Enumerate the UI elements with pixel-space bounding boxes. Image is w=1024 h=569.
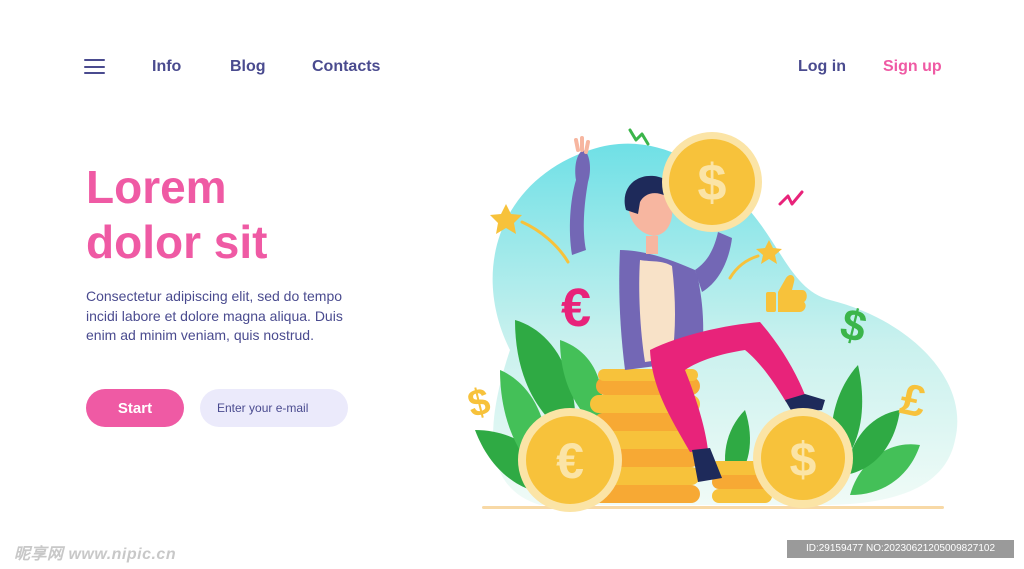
start-button[interactable]: Start [86, 389, 184, 427]
menu-icon[interactable] [84, 59, 105, 75]
squiggle-green-icon [628, 128, 650, 146]
hero-title-line-2: dolor sit [86, 216, 268, 268]
dollar-coin-held-icon: $ [662, 132, 762, 232]
dollar-coin-ground-icon: $ [753, 408, 853, 508]
signup-link[interactable]: Sign up [883, 55, 942, 79]
hero-title: Lorem dolor sit [86, 160, 267, 270]
svg-text:€: € [556, 433, 584, 489]
login-link[interactable]: Log in [798, 55, 846, 79]
dollar-symbol-gold-icon: $ [464, 380, 495, 426]
nav-link-blog[interactable]: Blog [230, 55, 266, 79]
nav-link-contacts[interactable]: Contacts [312, 55, 380, 79]
squiggle-pink-icon [778, 190, 804, 206]
svg-text:$: $ [790, 434, 817, 487]
top-nav: Info Blog Contacts Log in Sign up [0, 55, 1024, 81]
watermark-right: ID:29159477 NO:20230621205009827102 [787, 540, 1014, 558]
svg-text:$: $ [698, 154, 727, 212]
hero-description: Consectetur adipiscing elit, sed do temp… [86, 288, 343, 343]
hero-illustration: $ € $ € $ $ £ [464, 128, 958, 512]
watermark-left: 昵享网 www.nipic.cn [14, 546, 177, 563]
euro-coin-icon: € [518, 408, 622, 512]
euro-symbol-icon: € [561, 278, 591, 338]
nav-link-info[interactable]: Info [152, 55, 181, 79]
hero-title-line-1: Lorem [86, 161, 227, 213]
email-input[interactable] [200, 389, 348, 427]
